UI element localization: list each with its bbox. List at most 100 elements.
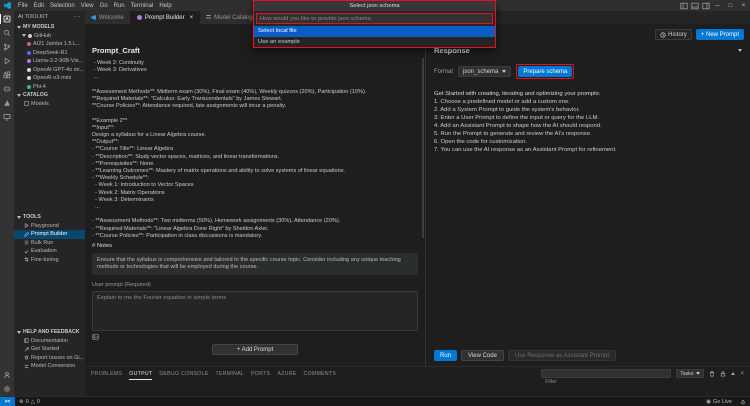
quick-input-option-local-file[interactable]: Select local file — [254, 26, 495, 37]
go-live-button[interactable]: ◉ Go Live — [702, 399, 736, 405]
activity-bar — [0, 11, 14, 396]
tree-item-model-conversion[interactable]: Model Conversion — [14, 362, 85, 371]
new-prompt-button[interactable]: + New Prompt — [695, 29, 744, 40]
panel-tab-azure[interactable]: AZURE — [277, 367, 296, 380]
toggle-panel-icon[interactable] — [689, 2, 700, 10]
attach-image-icon[interactable] — [92, 333, 99, 340]
quick-input-field[interactable] — [257, 15, 492, 22]
panel-tab-comments[interactable]: COMMENTS — [304, 367, 337, 380]
remote-indicator[interactable]: >< — [0, 397, 15, 406]
maximize-button[interactable]: □ — [724, 3, 737, 9]
panel-tab-ports[interactable]: PORTS — [251, 367, 270, 380]
toggle-sidebar-icon[interactable] — [678, 2, 689, 10]
tree-item-evaluation[interactable]: Evaluation — [14, 247, 85, 256]
account-icon[interactable] — [0, 368, 14, 382]
copilot-icon[interactable] — [0, 82, 14, 96]
menu-go[interactable]: Go — [97, 3, 111, 9]
remote-explorer-icon[interactable] — [0, 110, 14, 124]
tab-model-catalog[interactable]: Model Catalog — [200, 11, 260, 24]
tab-prompt-builder[interactable]: Prompt Builder × — [130, 11, 201, 24]
tree-item-models[interactable]: Models — [14, 100, 85, 109]
collapse-chevron-icon[interactable] — [738, 49, 742, 52]
minimize-button[interactable]: ─ — [711, 3, 724, 9]
extensions-icon[interactable] — [0, 68, 14, 82]
menu-view[interactable]: View — [78, 3, 97, 9]
tree-item-label: AI21 Jamba 1.5 L... — [33, 41, 81, 48]
tab-close-icon[interactable]: × — [190, 15, 194, 21]
section-catalog[interactable]: CATALOG — [14, 91, 85, 100]
tree-item-prompt-builder[interactable]: Prompt Builder — [14, 230, 85, 239]
source-control-icon[interactable] — [0, 40, 14, 54]
tree-item-fine-tuning[interactable]: Fine-tuning — [14, 256, 85, 265]
ai-toolkit-icon[interactable] — [0, 12, 14, 26]
playground-icon — [24, 223, 29, 229]
notes-heading: # Notes — [92, 243, 112, 250]
section-label: CATALOG — [23, 92, 48, 99]
panel-tab-debug-console[interactable]: DEBUG CONSOLE — [159, 367, 208, 380]
azure-icon[interactable] — [0, 96, 14, 110]
menu-file[interactable]: File — [15, 3, 31, 9]
notifications-bell[interactable] — [736, 399, 750, 405]
format-select[interactable]: json_schema — [458, 66, 512, 77]
settings-gear-icon[interactable] — [0, 382, 14, 396]
panel-tab-problems[interactable]: PROBLEMS — [91, 367, 122, 380]
quick-input-option-example[interactable]: Use an example — [254, 37, 495, 48]
customize-layout-icon[interactable] — [700, 2, 711, 10]
menu-run[interactable]: Run — [111, 3, 128, 9]
tree-item-label: OpenAI GPT-4o mi... — [33, 66, 85, 73]
menu-edit[interactable]: Edit — [31, 3, 47, 9]
notes-box[interactable]: Ensure that the syllabus is comprehensiv… — [92, 253, 418, 276]
tree-item-github[interactable]: GitHub — [14, 32, 85, 41]
close-button[interactable]: × — [737, 3, 750, 9]
maximize-panel-icon[interactable] — [731, 372, 736, 375]
tree-item-model[interactable]: Llama-3.2-90B-Vis... — [14, 57, 85, 66]
output-filter-wrap — [541, 369, 672, 386]
prompt-column: Prompt_Craft - Week 2: Continuity - Week… — [85, 24, 425, 366]
panel-tab-terminal[interactable]: TERMINAL — [216, 367, 245, 380]
section-tools[interactable]: TOOLS — [14, 213, 85, 222]
run-debug-icon[interactable] — [0, 54, 14, 68]
add-prompt-button[interactable]: + Add Prompt — [212, 344, 298, 356]
lock-icon[interactable] — [720, 370, 726, 377]
run-button[interactable]: Run — [434, 350, 458, 361]
search-icon[interactable] — [0, 26, 14, 40]
tree-item-report-issues[interactable]: Report Issues on Gi... — [14, 354, 85, 363]
tree-item-model[interactable]: OpenAI GPT-4o mi... — [14, 66, 85, 75]
output-channel-select[interactable]: Tasks — [676, 369, 705, 378]
scrollbar[interactable] — [422, 58, 424, 238]
menu-help[interactable]: Help — [156, 3, 174, 9]
chevron-down-icon — [17, 25, 21, 29]
chevron-down-icon — [696, 372, 701, 375]
tree-item-label: Get Started — [31, 346, 60, 353]
sidebar-more-actions-icon[interactable]: ··· — [74, 14, 82, 20]
system-prompt-text[interactable]: - Week 2: Continuity - Week 3: Derivativ… — [92, 60, 418, 240]
section-help-feedback[interactable]: HELP AND FEEDBACK — [14, 328, 85, 337]
tree-item-bulk-run[interactable]: Bulk Run — [14, 239, 85, 248]
problems-status[interactable]: ⊗ 0 △ 0 — [15, 399, 44, 405]
close-panel-icon[interactable]: × — [740, 371, 744, 377]
clear-output-icon[interactable] — [709, 370, 715, 377]
tree-item-get-started[interactable]: Get Started — [14, 345, 85, 354]
error-icon: ⊗ — [19, 398, 24, 405]
menu-terminal[interactable]: Terminal — [128, 3, 157, 9]
tree-item-playground[interactable]: Playground — [14, 222, 85, 231]
tab-welcome[interactable]: Welcome — [85, 11, 131, 24]
panel-tab-output[interactable]: OUTPUT — [129, 367, 152, 380]
section-label: HELP AND FEEDBACK — [23, 329, 80, 336]
user-prompt-input[interactable] — [93, 292, 417, 331]
welcome-tab-icon — [91, 15, 96, 20]
tree-item-model[interactable]: AI21 Jamba 1.5 L... — [14, 40, 85, 49]
vscode-window: File Edit Selection View Go Run Terminal… — [0, 0, 750, 406]
tree-item-model[interactable]: OpenAI o3-mini — [14, 74, 85, 83]
tree-item-model[interactable]: Phi-4 — [14, 83, 85, 92]
section-my-models[interactable]: MY MODELS — [14, 23, 85, 32]
menu-selection[interactable]: Selection — [47, 3, 78, 9]
prepare-schema-button[interactable]: Prepare schema — [518, 66, 573, 77]
tree-item-label: Phi-4 — [33, 83, 46, 90]
output-filter-input[interactable] — [542, 378, 671, 386]
view-code-button[interactable]: View Code — [461, 350, 504, 361]
history-button[interactable]: History — [655, 29, 692, 40]
tree-item-model[interactable]: DeepSeek-R1 — [14, 49, 85, 58]
get-started-step: 1. Choose a predefined model or add a cu… — [434, 99, 570, 105]
tree-item-documentation[interactable]: Documentation — [14, 337, 85, 346]
